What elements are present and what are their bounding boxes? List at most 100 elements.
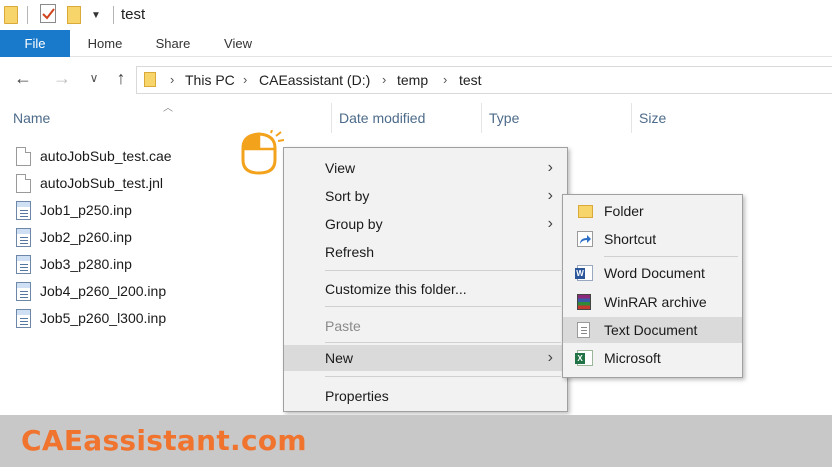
file-row[interactable]: Job5_p260_l300.inp [16, 307, 166, 329]
inp-file-icon [16, 281, 31, 301]
file-name: Job2_p260.inp [40, 229, 132, 245]
tab-share[interactable]: Share [140, 30, 206, 57]
column-header-date-modified[interactable]: Date modified [339, 110, 425, 126]
text-document-icon [577, 322, 590, 338]
winrar-archive-icon [577, 294, 591, 310]
column-header-size[interactable]: Size [639, 110, 666, 126]
column-divider[interactable] [331, 103, 332, 133]
excel-worksheet-icon: X [575, 350, 593, 366]
file-name: autoJobSub_test.cae [40, 148, 172, 164]
recent-locations-chevron-icon[interactable]: ∨ [82, 71, 106, 85]
generic-file-icon [16, 146, 31, 166]
submenu-item-label: Text Document [604, 322, 698, 338]
inp-file-icon [16, 254, 31, 274]
menu-item-new[interactable]: New › [284, 345, 567, 371]
menu-item-label: View [325, 160, 356, 176]
submenu-item-shortcut[interactable]: Shortcut [563, 226, 742, 252]
shortcut-icon [577, 231, 593, 247]
breadcrumb-drive[interactable]: CAEassistant (D:) [259, 72, 370, 88]
watermark-banner: CAEassistant.com [0, 415, 832, 467]
breadcrumb-this-pc[interactable]: This PC [185, 72, 235, 88]
new-submenu: Folder Shortcut W Word Document WinRAR a… [562, 194, 743, 378]
column-divider[interactable] [631, 103, 632, 133]
tab-view[interactable]: View [206, 30, 270, 57]
submenu-item-label: Microsoft [604, 350, 661, 366]
breadcrumb-chevron-icon[interactable]: › [243, 72, 247, 87]
watermark-text: CAEassistant.com [21, 424, 307, 457]
file-row[interactable]: autoJobSub_test.jnl [16, 172, 163, 194]
folder-icon [578, 205, 593, 218]
submenu-item-label: Shortcut [604, 231, 657, 247]
menu-separator [325, 376, 561, 377]
file-name: Job5_p260_l300.inp [40, 310, 167, 326]
column-header-name[interactable]: Name [13, 110, 50, 126]
submenu-item-folder[interactable]: Folder [563, 198, 742, 224]
folder-icon [144, 72, 156, 87]
menu-item-sort-by[interactable]: Sort by › [284, 183, 567, 209]
file-row[interactable]: Job2_p260.inp [16, 226, 132, 248]
submenu-arrow-icon: › [547, 187, 553, 204]
ribbon: File Home Share View [0, 30, 832, 57]
menu-item-label: Refresh [325, 244, 375, 260]
column-header-type[interactable]: Type [489, 110, 519, 126]
breadcrumb-chevron-icon[interactable]: › [443, 72, 447, 87]
file-name: Job3_p280.inp [40, 256, 132, 272]
submenu-arrow-icon: › [547, 159, 553, 176]
sort-ascending-icon: ︿ [163, 103, 173, 114]
back-arrow-icon[interactable]: ← [11, 68, 35, 89]
submenu-item-word-document[interactable]: W Word Document [563, 260, 742, 286]
inp-file-icon [16, 227, 31, 247]
tab-file[interactable]: File [0, 30, 70, 57]
toolbar-divider [113, 6, 114, 24]
toolbar-divider [27, 6, 28, 24]
forward-arrow-icon[interactable]: → [50, 68, 74, 89]
submenu-item-microsoft-excel[interactable]: X Microsoft [563, 345, 742, 371]
menu-item-customize-folder[interactable]: Customize this folder... [284, 276, 567, 302]
submenu-item-label: Folder [604, 203, 644, 219]
menu-item-label: Sort by [325, 188, 370, 204]
menu-item-paste: Paste [284, 313, 567, 339]
menu-item-label: Customize this folder... [325, 281, 467, 297]
inp-file-icon [16, 200, 31, 220]
submenu-arrow-icon: › [547, 349, 553, 366]
up-arrow-icon[interactable]: ↑ [109, 68, 133, 89]
context-menu: View › Sort by › Group by › Refresh Cust… [283, 147, 568, 412]
file-name: autoJobSub_test.jnl [40, 175, 163, 191]
submenu-item-text-document[interactable]: Text Document [563, 317, 742, 343]
inp-file-icon [16, 308, 31, 328]
breadcrumb-test[interactable]: test [459, 72, 482, 88]
menu-separator [325, 306, 561, 307]
submenu-item-winrar-archive[interactable]: WinRAR archive [563, 289, 742, 315]
menu-separator [604, 256, 738, 257]
file-row[interactable]: Job4_p260_l200.inp [16, 280, 166, 302]
file-row[interactable]: autoJobSub_test.cae [16, 145, 172, 167]
file-row[interactable]: Job1_p250.inp [16, 199, 132, 221]
file-row[interactable]: Job3_p280.inp [16, 253, 132, 275]
menu-separator [325, 270, 561, 271]
breadcrumb-chevron-icon[interactable]: › [170, 72, 174, 87]
column-divider[interactable] [481, 103, 482, 133]
submenu-item-label: WinRAR archive [604, 294, 707, 310]
address-bar[interactable]: › This PC › CAEassistant (D:) › temp › t… [136, 66, 832, 94]
customize-quick-access-icon[interactable]: ▼ [91, 10, 101, 21]
breadcrumb-chevron-icon[interactable]: › [382, 72, 386, 87]
menu-item-label: New [325, 350, 354, 366]
breadcrumb-temp[interactable]: temp [397, 72, 428, 88]
menu-item-label: Group by [325, 216, 383, 232]
menu-item-group-by[interactable]: Group by › [284, 211, 567, 237]
right-click-mouse-icon [241, 129, 287, 179]
menu-item-refresh[interactable]: Refresh [284, 239, 567, 265]
new-folder-icon[interactable] [67, 6, 81, 24]
submenu-item-label: Word Document [604, 265, 705, 281]
word-document-icon: W [575, 265, 593, 281]
file-name: Job1_p250.inp [40, 202, 132, 218]
tab-home[interactable]: Home [70, 30, 140, 57]
menu-item-view[interactable]: View › [284, 155, 567, 181]
menu-separator [325, 342, 561, 343]
menu-item-label: Paste [325, 318, 361, 334]
file-name: Job4_p260_l200.inp [40, 283, 167, 299]
menu-item-properties[interactable]: Properties [284, 383, 567, 409]
navigation-bar: ← → ∨ ↑ › This PC › CAEassistant (D:) › … [0, 58, 832, 102]
window-title: test [121, 6, 146, 23]
properties-checkmark-icon[interactable] [40, 4, 56, 23]
